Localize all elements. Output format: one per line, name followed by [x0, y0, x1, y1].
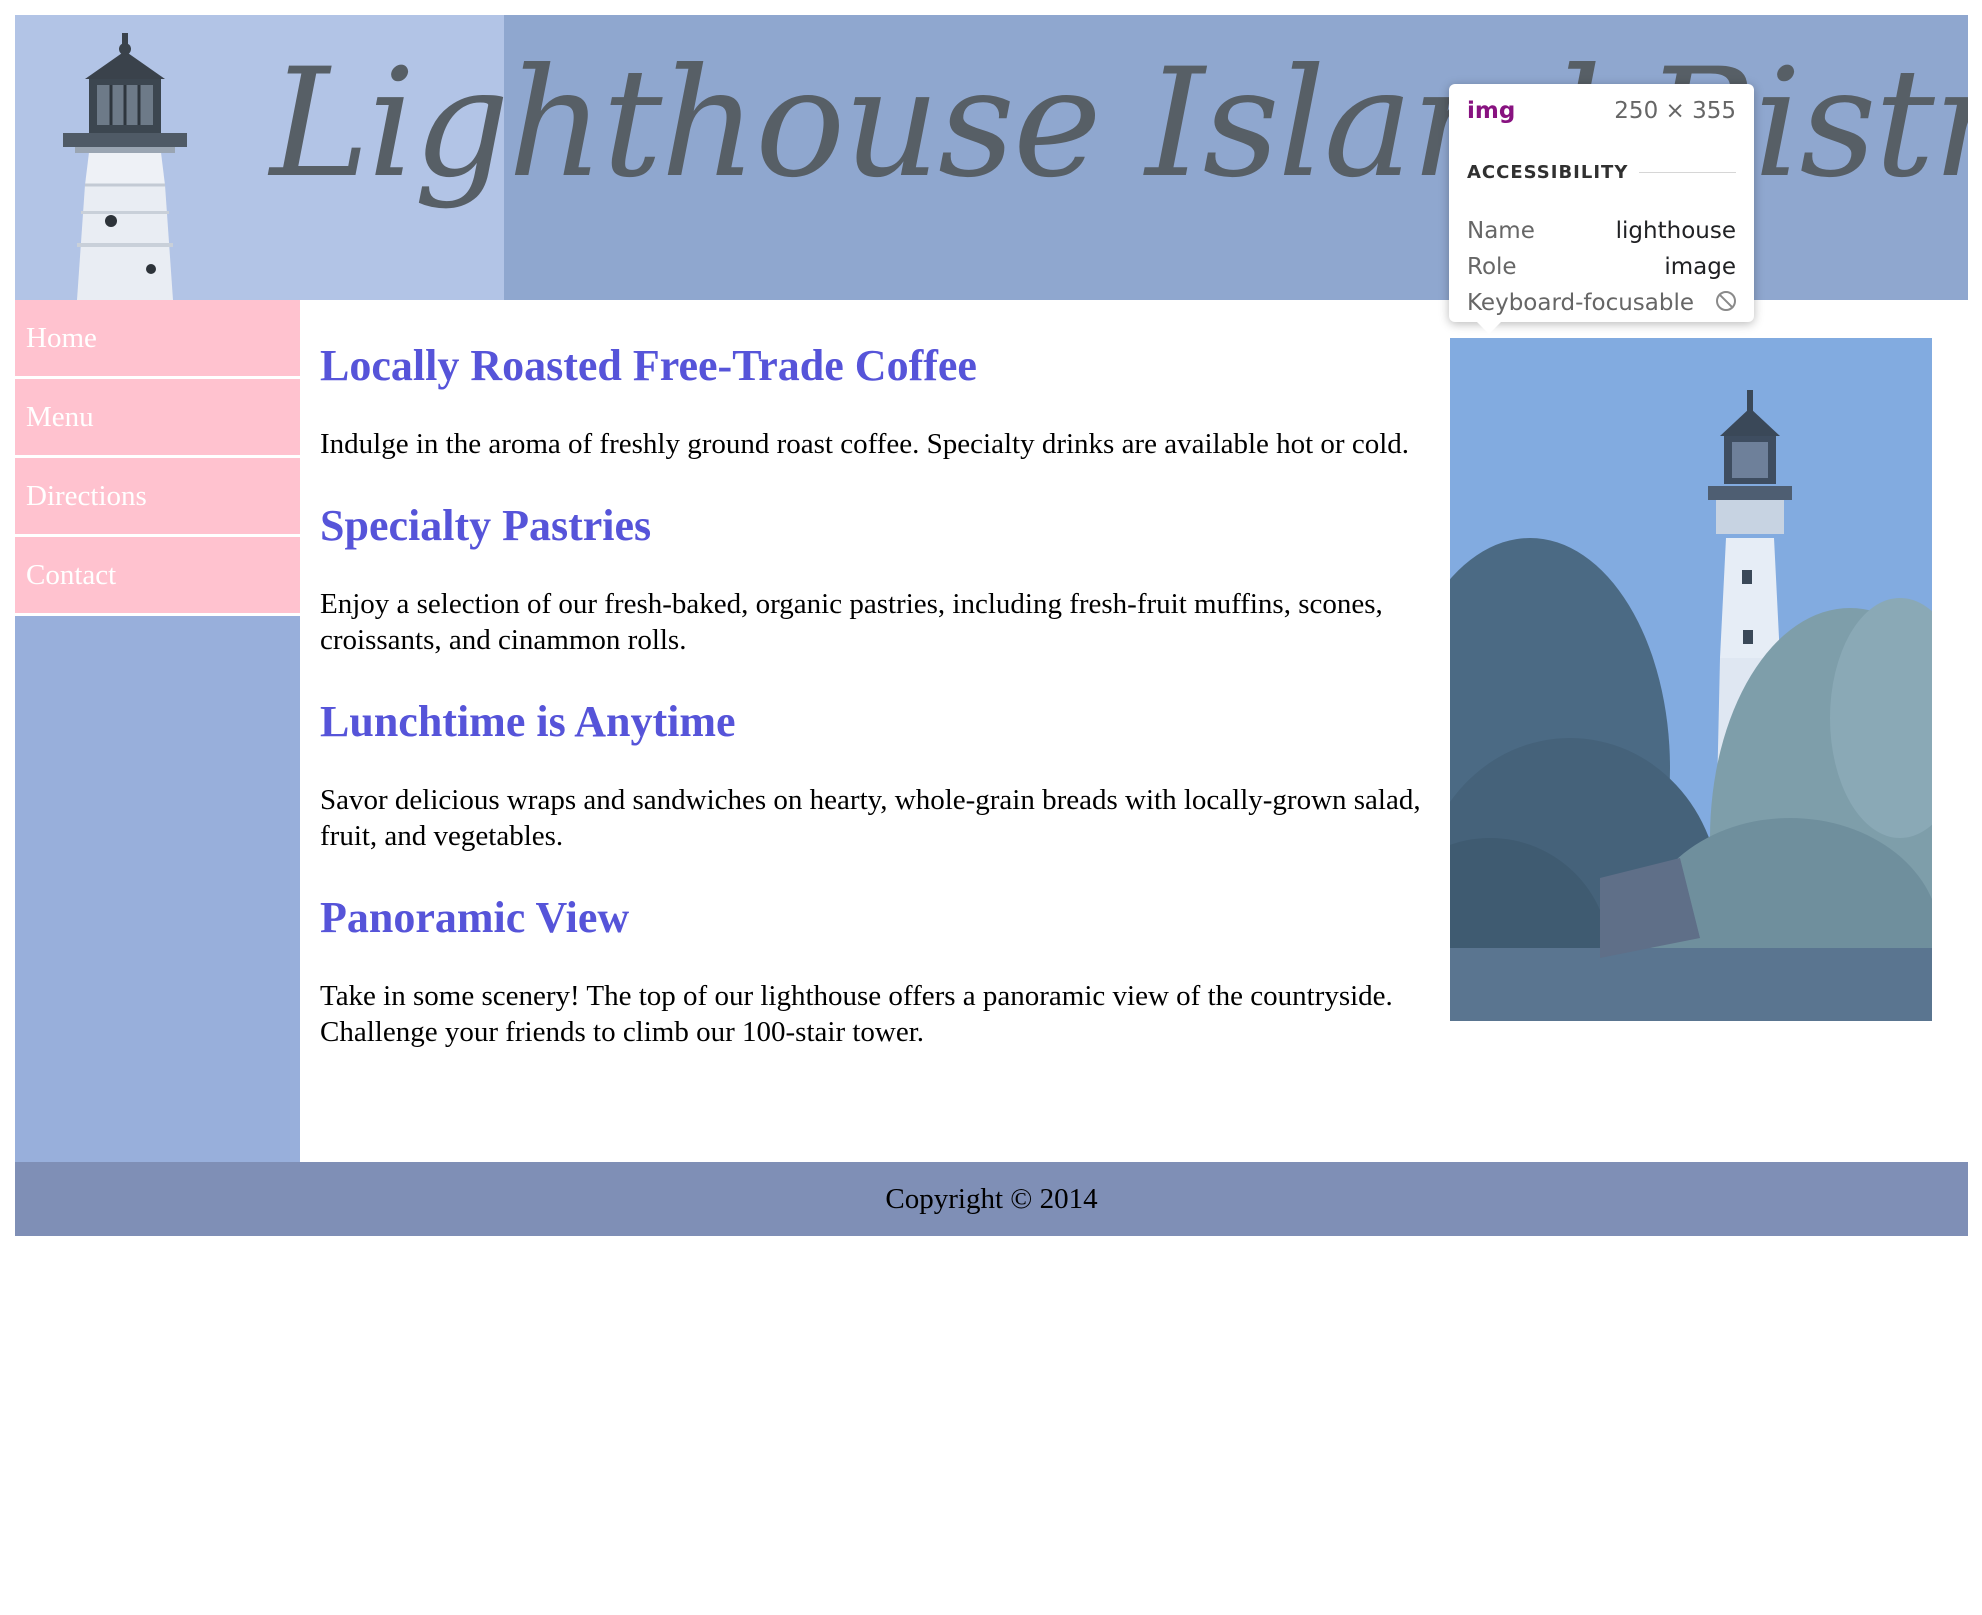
- tooltip-row-role: Role image: [1467, 252, 1736, 282]
- tooltip-arrow: [1477, 322, 1501, 334]
- section-text-view: Take in some scenery! The top of our lig…: [320, 980, 1393, 1048]
- tooltip-value: lighthouse: [1615, 218, 1736, 244]
- section-heading-lunch: Lunchtime is Anytime: [320, 697, 736, 746]
- tooltip-key: Keyboard-focusable: [1467, 290, 1695, 316]
- main-wrapper: Home Menu Directions Contact Locally Roa…: [15, 300, 1968, 1162]
- section-text-pastries: Enjoy a selection of our fresh-baked, or…: [320, 588, 1383, 656]
- site-footer: Copyright © 2014: [15, 1162, 1968, 1236]
- nav-item-contact[interactable]: Contact: [15, 537, 300, 616]
- tooltip-value: image: [1664, 254, 1736, 280]
- not-allowed-icon: [1716, 291, 1736, 311]
- section-heading-view: Panoramic View: [320, 893, 630, 942]
- nav-link-menu[interactable]: Menu: [15, 379, 300, 455]
- tooltip-key: Role: [1467, 254, 1517, 280]
- nav-link-contact[interactable]: Contact: [15, 537, 300, 613]
- devtools-inspect-tooltip: img 250 × 355 ACCESSIBILITY Name lightho…: [1449, 84, 1754, 334]
- copyright-text: Copyright © 2014: [885, 1183, 1098, 1215]
- nav-link-home[interactable]: Home: [15, 300, 300, 376]
- tooltip-row-keyboard-focusable: Keyboard-focusable: [1467, 288, 1736, 318]
- tooltip-row-name: Name lighthouse: [1467, 216, 1736, 246]
- lighthouse-photo-drawing: [1450, 338, 1932, 1021]
- sidebar-nav: Home Menu Directions Contact: [15, 300, 300, 1162]
- nav-item-menu[interactable]: Menu: [15, 379, 300, 458]
- lighthouse-photo: [1450, 338, 1932, 1021]
- nav-item-home[interactable]: Home: [15, 300, 300, 379]
- tooltip-dimensions: 250 × 355: [1614, 98, 1736, 124]
- nav-item-directions[interactable]: Directions: [15, 458, 300, 537]
- tooltip-key: Name: [1467, 218, 1535, 244]
- tooltip-divider: [1639, 172, 1736, 173]
- nav-list: Home Menu Directions Contact: [15, 300, 300, 616]
- tooltip-tag-name: img: [1467, 98, 1516, 124]
- section-heading-coffee: Locally Roasted Free-Trade Coffee: [320, 341, 977, 390]
- tooltip-section-title: ACCESSIBILITY: [1467, 162, 1629, 183]
- main-content: Locally Roasted Free-Trade Coffee Indulg…: [320, 340, 1440, 1088]
- section-heading-pastries: Specialty Pastries: [320, 501, 652, 550]
- nav-link-directions[interactable]: Directions: [15, 458, 300, 534]
- section-text-coffee: Indulge in the aroma of freshly ground r…: [320, 428, 1410, 460]
- section-text-lunch: Savor delicious wraps and sandwiches on …: [320, 784, 1421, 852]
